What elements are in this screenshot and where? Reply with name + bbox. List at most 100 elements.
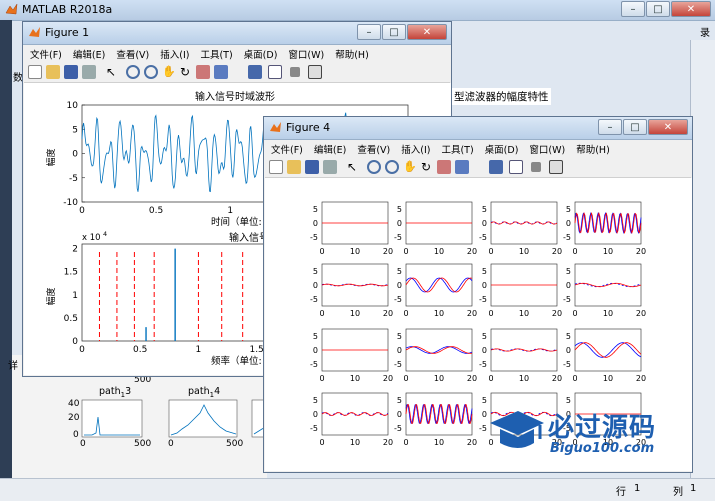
subplot-ytick-label: 5 <box>397 396 402 405</box>
minimize-button[interactable]: – <box>357 24 381 40</box>
menu-help[interactable]: 帮助(H) <box>570 140 615 156</box>
menu-tools[interactable]: 工具(T) <box>194 45 237 61</box>
data-cursor-icon[interactable] <box>437 160 451 174</box>
menu-edit[interactable]: 编辑(E) <box>308 140 351 156</box>
dock-icon[interactable] <box>549 160 563 174</box>
subplot-ytick-label: -5 <box>479 295 487 304</box>
pan-hand-icon[interactable]: ✋ <box>403 160 417 174</box>
plot2-xtick-label: 0.5 <box>133 345 147 355</box>
subplot-ytick-label: -5 <box>479 360 487 369</box>
brush-icon[interactable] <box>214 65 228 79</box>
colorbar-icon[interactable] <box>248 65 262 79</box>
close-button[interactable]: ✕ <box>671 1 711 17</box>
menu-window[interactable]: 窗口(W) <box>523 140 570 156</box>
new-figure-icon[interactable] <box>269 160 283 174</box>
colorbar-icon[interactable] <box>489 160 503 174</box>
plot2-ytick-label: 1.5 <box>64 268 78 278</box>
zoom-in-icon[interactable] <box>367 160 381 174</box>
zoom-in-icon[interactable] <box>126 65 140 79</box>
menu-edit[interactable]: 编辑(E) <box>67 45 110 61</box>
plot2-xtick-label: 0 <box>79 345 85 355</box>
plot1-xtick-label: 0.5 <box>149 206 163 216</box>
subplot-xtick-label: 10 <box>434 438 444 447</box>
print-icon[interactable] <box>323 160 337 174</box>
subplot-xtick-label: 20 <box>383 438 393 447</box>
legend-icon[interactable] <box>509 160 523 174</box>
menu-insert[interactable]: 插入(I) <box>395 140 435 156</box>
zoom-out-icon[interactable] <box>385 160 399 174</box>
data-cursor-icon[interactable] <box>196 65 210 79</box>
subplot-xtick-label: 0 <box>488 374 493 383</box>
close-button[interactable]: ✕ <box>648 119 688 135</box>
menu-window[interactable]: 窗口(W) <box>282 45 329 61</box>
menu-tools[interactable]: 工具(T) <box>435 140 478 156</box>
subplot-ytick-label: 0 <box>397 410 402 419</box>
subplot-xtick-label: 0 <box>488 247 493 256</box>
menu-insert[interactable]: 插入(I) <box>154 45 194 61</box>
status-row-label: 行 <box>616 487 626 498</box>
subplot-ytick-label: 5 <box>482 332 487 341</box>
dock-icon[interactable] <box>308 65 322 79</box>
subplot-ytick-label: 0 <box>482 219 487 228</box>
menu-file[interactable]: 文件(F) <box>265 140 308 156</box>
maximize-button[interactable]: □ <box>623 119 647 135</box>
maximize-button[interactable]: □ <box>382 24 406 40</box>
save-icon[interactable] <box>305 160 319 174</box>
subplot-xtick-label: 10 <box>350 438 360 447</box>
subplot-ytick-label: 5 <box>566 205 571 214</box>
menu-view[interactable]: 查看(V) <box>110 45 154 61</box>
subplot-ytick-label: 0 <box>313 281 318 290</box>
brush-icon[interactable] <box>455 160 469 174</box>
hide-tools-icon[interactable] <box>290 67 300 77</box>
subplot-xtick-label: 0 <box>488 309 493 318</box>
maximize-button[interactable]: □ <box>646 1 670 17</box>
print-icon[interactable] <box>82 65 96 79</box>
legend-icon[interactable] <box>268 65 282 79</box>
open-file-icon[interactable] <box>46 65 60 79</box>
minimize-button[interactable]: – <box>598 119 622 135</box>
subplot-xtick-label: 10 <box>603 247 613 256</box>
close-button[interactable]: ✕ <box>407 24 447 40</box>
subplot-ytick-label: -5 <box>394 360 402 369</box>
subplot-xtick-label: 0 <box>572 247 577 256</box>
subplot-ytick-label: 5 <box>482 267 487 276</box>
plot1-xlabel: 时间（单位: <box>211 216 262 228</box>
subplot-ytick-label: 5 <box>313 396 318 405</box>
menu-view[interactable]: 查看(V) <box>351 140 395 156</box>
menu-help[interactable]: 帮助(H) <box>329 45 374 61</box>
pan-hand-icon[interactable]: ✋ <box>162 65 176 79</box>
subplot-xtick-label: 0 <box>403 247 408 256</box>
figure4-title-bar: Figure 4 – □ ✕ <box>264 117 692 140</box>
subplot-ytick-label: 5 <box>313 205 318 214</box>
subplot-xtick-label: 20 <box>383 374 393 383</box>
subplot-xtick-label: 10 <box>350 374 360 383</box>
plot1-ytick-label: 5 <box>72 125 78 135</box>
menu-desktop[interactable]: 桌面(D) <box>479 140 524 156</box>
graduation-cap-icon <box>490 411 544 448</box>
new-figure-icon[interactable] <box>28 65 42 79</box>
save-icon[interactable] <box>64 65 78 79</box>
subplot-xtick-label: 0 <box>319 374 324 383</box>
subplot-xtick-label: 10 <box>603 309 613 318</box>
minimize-button[interactable]: – <box>621 1 645 17</box>
rotate-icon[interactable]: ↻ <box>180 65 194 79</box>
hide-tools-icon[interactable] <box>531 162 541 172</box>
plot2-xtick-label: 1 <box>196 345 202 355</box>
zoom-out-icon[interactable] <box>144 65 158 79</box>
subplot-xtick-label: 20 <box>467 438 477 447</box>
pointer-icon[interactable]: ↖ <box>106 65 120 79</box>
subplot-ytick-label: -5 <box>310 424 318 433</box>
rotate-icon[interactable]: ↻ <box>421 160 435 174</box>
menu-file[interactable]: 文件(F) <box>24 45 67 61</box>
subplot-xtick-label: 20 <box>552 309 562 318</box>
open-file-icon[interactable] <box>287 160 301 174</box>
plot2-ytick-label: 0 <box>72 337 78 347</box>
figure-icon <box>29 27 40 37</box>
plot1-ytick-label: 10 <box>67 101 79 111</box>
pointer-icon[interactable]: ↖ <box>347 160 361 174</box>
main-left-strip <box>0 20 12 490</box>
menu-desktop[interactable]: 桌面(D) <box>238 45 283 61</box>
bg-xtick: 500 <box>226 439 244 449</box>
bg-ytick: 0 <box>73 430 79 440</box>
plot1-xtick-label: 0 <box>79 206 85 216</box>
